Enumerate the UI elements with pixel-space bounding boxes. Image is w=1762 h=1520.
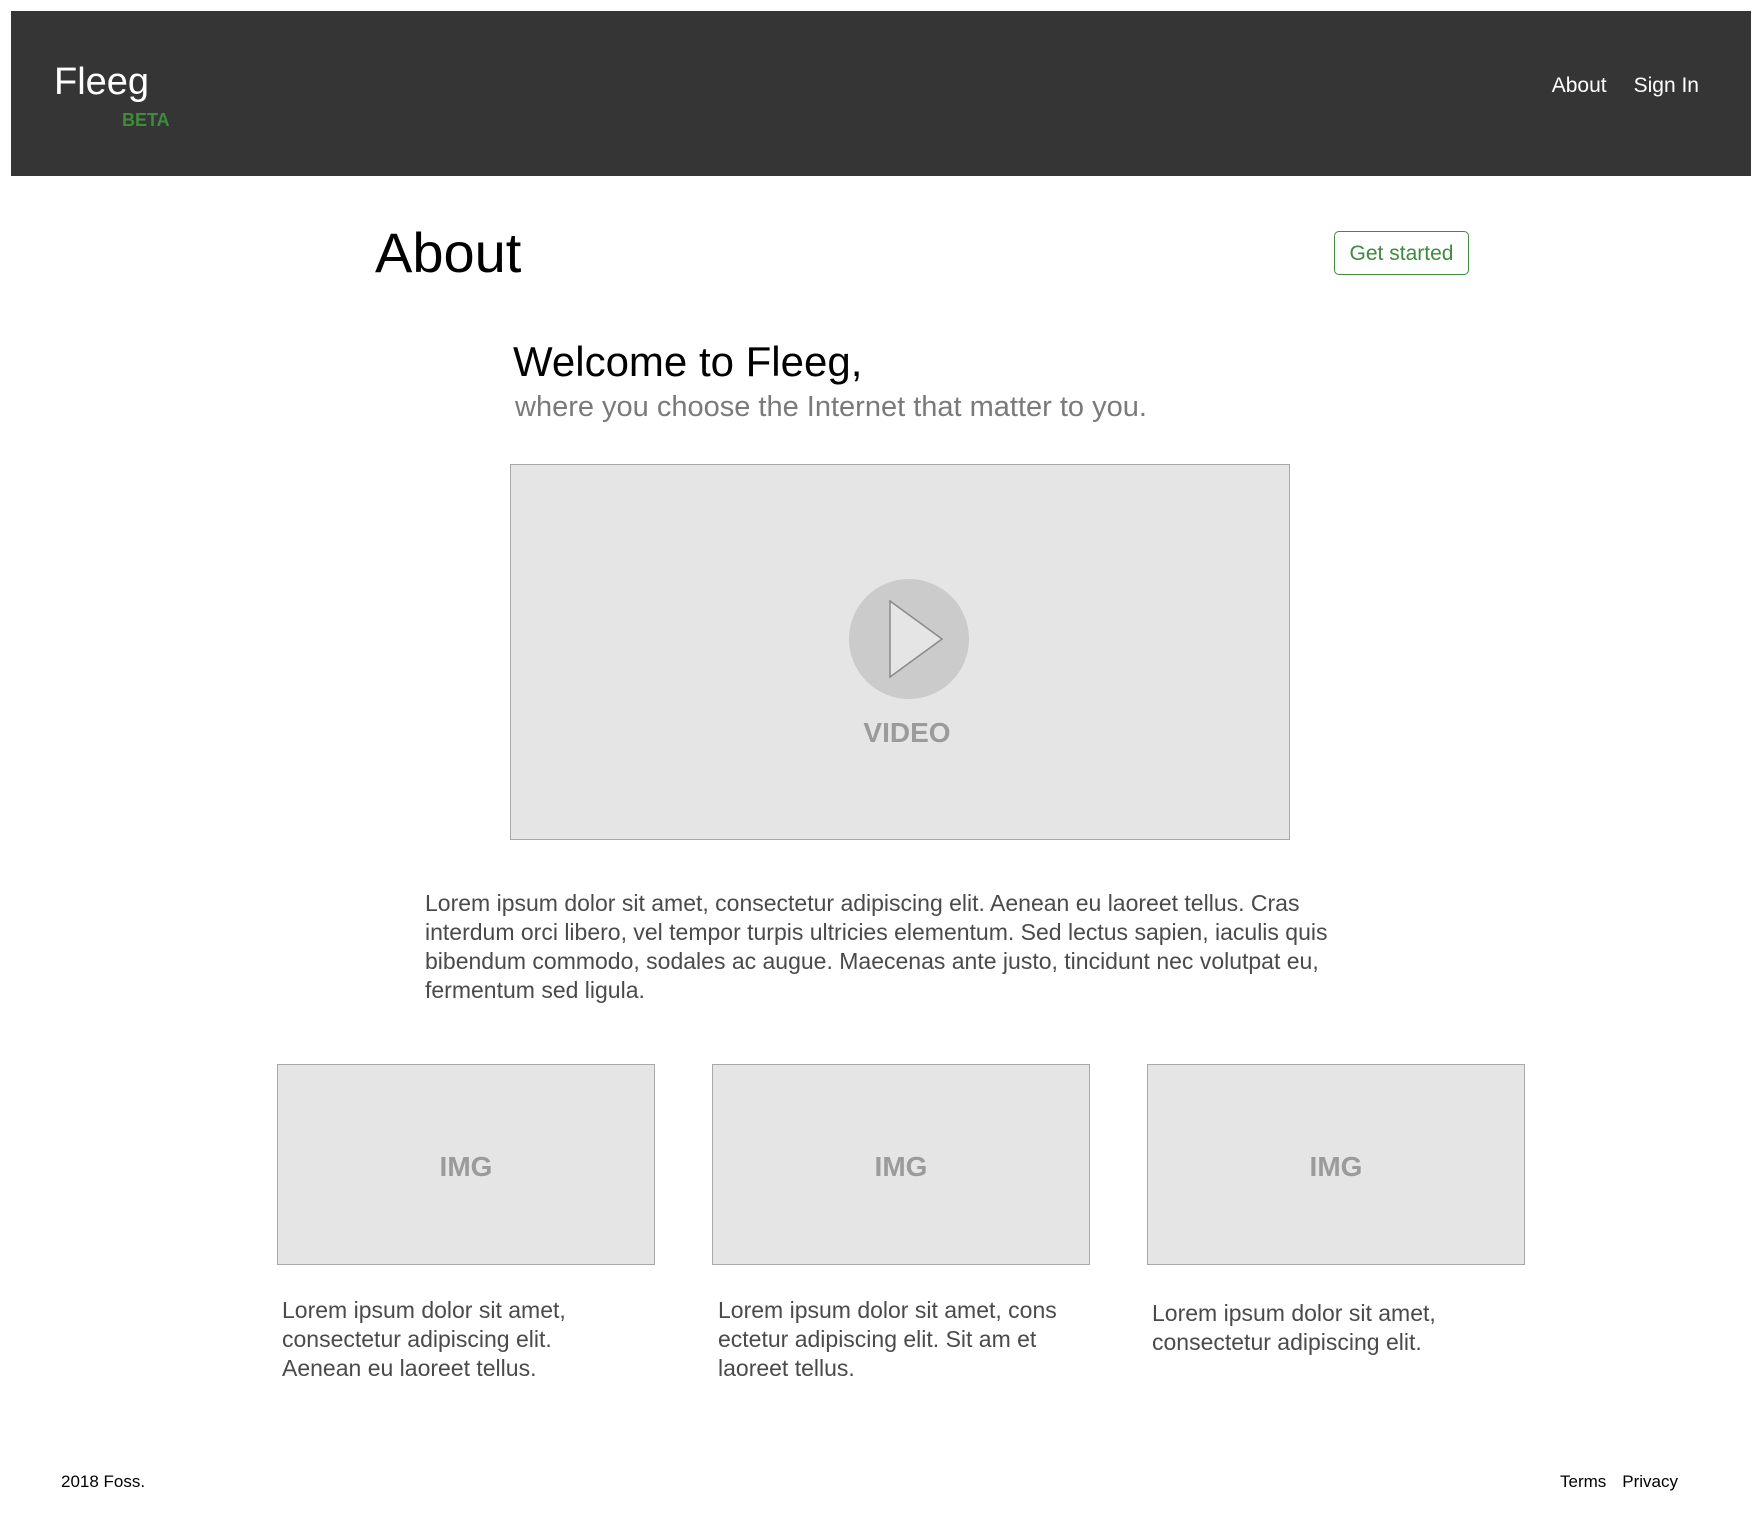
card-image-2: IMG — [712, 1064, 1090, 1265]
tagline: where you choose the Internet that matte… — [515, 391, 1147, 423]
top-navbar: Fleeg BETA About Sign In — [11, 11, 1751, 176]
main-nav: About Sign In — [1552, 75, 1699, 96]
page-title: About — [375, 221, 522, 284]
video-player[interactable]: VIDEO — [510, 464, 1290, 840]
footer-links: Terms Privacy — [1560, 1473, 1678, 1490]
welcome-heading: Welcome to Fleeg, — [513, 338, 863, 385]
brand-logo[interactable]: Fleeg — [54, 63, 149, 101]
card-text-1: Lorem ipsum dolor sit amet, consectetur … — [282, 1297, 566, 1381]
card-text-2: Lorem ipsum dolor sit amet, cons ectetur… — [718, 1297, 1057, 1381]
beta-badge: BETA — [122, 110, 170, 130]
image-placeholder-label: IMG — [1309, 1151, 1363, 1182]
card-image-1: IMG — [277, 1064, 655, 1265]
card-image-3: IMG — [1147, 1064, 1525, 1265]
card-text-3: Lorem ipsum dolor sit amet, consectetur … — [1152, 1300, 1436, 1355]
get-started-button[interactable]: Get started — [1334, 231, 1469, 275]
video-label: VIDEO — [863, 717, 951, 748]
footer-link-privacy[interactable]: Privacy — [1622, 1473, 1678, 1490]
footer-link-terms[interactable]: Terms — [1560, 1473, 1606, 1490]
nav-link-sign-in[interactable]: Sign In — [1634, 75, 1699, 96]
image-placeholder-label: IMG — [439, 1151, 493, 1182]
play-icon — [889, 599, 944, 679]
play-button[interactable] — [849, 579, 969, 699]
image-placeholder-label: IMG — [874, 1151, 928, 1182]
nav-link-about[interactable]: About — [1552, 75, 1607, 96]
footer-copyright: 2018 Foss. — [61, 1472, 146, 1491]
intro-paragraph: Lorem ipsum dolor sit amet, consectetur … — [425, 890, 1328, 1003]
